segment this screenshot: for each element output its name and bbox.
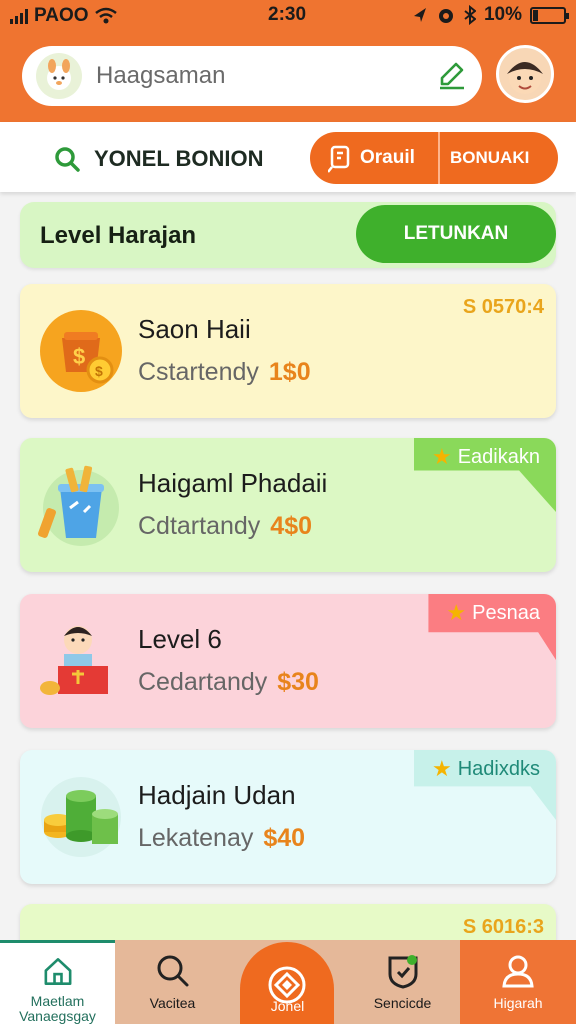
card-subtitle: Lekatenay $40 bbox=[138, 824, 305, 853]
bluetooth-icon bbox=[464, 5, 476, 25]
nav-item-schedule-label: Sencicde bbox=[373, 995, 432, 1011]
subheader-tabs: Orauil BONUAKI bbox=[310, 132, 558, 184]
home-icon bbox=[44, 958, 71, 985]
nav-item-home-label: Maetlam Vanaegsgay bbox=[19, 993, 96, 1024]
tab-orauil-label: Orauil bbox=[360, 147, 415, 168]
user-icon bbox=[502, 955, 534, 988]
card-ribbon: ★ Pesnaa bbox=[428, 594, 556, 660]
search-bar[interactable] bbox=[22, 46, 482, 106]
card-subtitle-text: Cdtartandy bbox=[138, 512, 261, 540]
card-title: Level 6 bbox=[138, 624, 222, 654]
card-title: Saon Haii bbox=[138, 314, 251, 344]
tab-orauil[interactable]: Orauil bbox=[310, 132, 440, 184]
alarm-icon bbox=[438, 9, 453, 23]
app-header bbox=[0, 30, 576, 122]
clock: 2:30 bbox=[268, 4, 307, 25]
signal-icon bbox=[10, 8, 28, 24]
card-subtitle-text: Cstartendy bbox=[138, 358, 259, 386]
card-title: Hadjain Udan bbox=[138, 780, 296, 810]
bottom-nav: Maetlam Vanaegsgay Vacitea Jonel Sencicd… bbox=[0, 940, 576, 1024]
offer-card[interactable]: Hadjain Udan Lekatenay $40 ★ Hadixdks bbox=[20, 750, 556, 884]
offer-card[interactable]: Haigaml Phadaii Cdtartandy 4$0 ★ Eadikak… bbox=[20, 438, 556, 572]
nav-item-profile[interactable]: Higarah bbox=[460, 940, 576, 1024]
nav-item-center-label: Jonel bbox=[270, 998, 305, 1014]
location-icon bbox=[413, 8, 426, 22]
battery-label: 10% bbox=[483, 4, 522, 25]
letunkan-button[interactable]: LETUNKAN bbox=[356, 205, 556, 263]
star-icon: ★ bbox=[446, 600, 467, 625]
card-subtitle-text: Cedartandy bbox=[138, 668, 268, 696]
nav-item-search[interactable]: Vacitea bbox=[115, 940, 230, 1024]
coupon-icon bbox=[328, 145, 350, 173]
nav-item-profile-label: Higarah bbox=[493, 995, 543, 1011]
card-subtitle: Cedartandy $30 bbox=[138, 668, 319, 697]
gift-box-icon bbox=[40, 626, 108, 695]
subheader-title: YONEL BONION bbox=[52, 144, 264, 174]
card-subtitle-text: Lekatenay bbox=[138, 824, 254, 852]
wifi-icon bbox=[94, 7, 117, 24]
nav-item-search-label: Vacitea bbox=[149, 995, 196, 1011]
card-price: S 0570:4 bbox=[462, 296, 544, 318]
subheader: YONEL BONION Orauil BONUAKI bbox=[0, 122, 576, 192]
status-left: PAOO bbox=[10, 5, 117, 27]
card-ribbon-label: Eadikakn bbox=[457, 446, 540, 468]
offer-card[interactable]: $ $ Saon Haii Cstartendy 1$0 S 0570:4 bbox=[20, 284, 556, 418]
battery-icon bbox=[530, 6, 569, 24]
carrier-label: PAOO bbox=[34, 5, 89, 26]
search-input[interactable] bbox=[96, 56, 426, 96]
edit-icon[interactable] bbox=[436, 60, 468, 92]
nav-item-schedule[interactable]: Sencicde bbox=[345, 940, 460, 1024]
tab-bonuaki-label: BONUAKI bbox=[450, 148, 530, 167]
subheader-title-text: YONEL BONION bbox=[94, 146, 264, 171]
card-amount: 1$0 bbox=[268, 358, 311, 386]
money-bag-icon: $$ bbox=[40, 310, 122, 392]
offer-card[interactable]: Level 6 Cedartandy $30 ★ Pesnaa bbox=[20, 594, 556, 728]
level-banner: Level Harajan LETUNKAN bbox=[20, 202, 556, 268]
bucket-icon bbox=[38, 465, 119, 546]
svg-text:$: $ bbox=[73, 344, 85, 369]
card-amount: 4$0 bbox=[270, 512, 313, 540]
level-banner-title: Level Harajan bbox=[40, 222, 197, 249]
star-icon: ★ bbox=[432, 756, 452, 781]
nav-item-center[interactable]: Jonel bbox=[230, 940, 345, 1024]
card-title: Haigaml Phadaii bbox=[138, 468, 328, 498]
coin-stack-icon bbox=[41, 777, 121, 857]
app-logo-icon bbox=[36, 53, 82, 99]
nav-item-home[interactable]: Maetlam Vanaegsgay bbox=[0, 940, 115, 1024]
card-price: S 6016:3 bbox=[462, 916, 544, 938]
card-ribbon: ★ Eadikakn bbox=[413, 438, 556, 512]
card-amount: $30 bbox=[277, 668, 319, 696]
tab-bonuaki[interactable]: BONUAKI bbox=[440, 132, 541, 184]
status-bar: PAOO 2:30 10% bbox=[0, 0, 576, 30]
search-icon bbox=[157, 955, 188, 987]
search-icon bbox=[55, 147, 80, 172]
avatar[interactable] bbox=[496, 45, 554, 103]
card-ribbon: ★ Hadixdks bbox=[414, 750, 556, 820]
svg-text:$: $ bbox=[95, 363, 103, 379]
status-right: 10% bbox=[412, 4, 569, 26]
card-ribbon-label: Hadixdks bbox=[457, 758, 540, 780]
card-ribbon-label: Pesnaa bbox=[472, 602, 540, 624]
card-amount: $40 bbox=[263, 824, 306, 852]
card-subtitle: Cstartendy 1$0 bbox=[138, 358, 311, 387]
card-subtitle: Cdtartandy 4$0 bbox=[138, 512, 312, 541]
star-icon: ★ bbox=[431, 444, 452, 469]
shield-icon bbox=[388, 955, 417, 989]
